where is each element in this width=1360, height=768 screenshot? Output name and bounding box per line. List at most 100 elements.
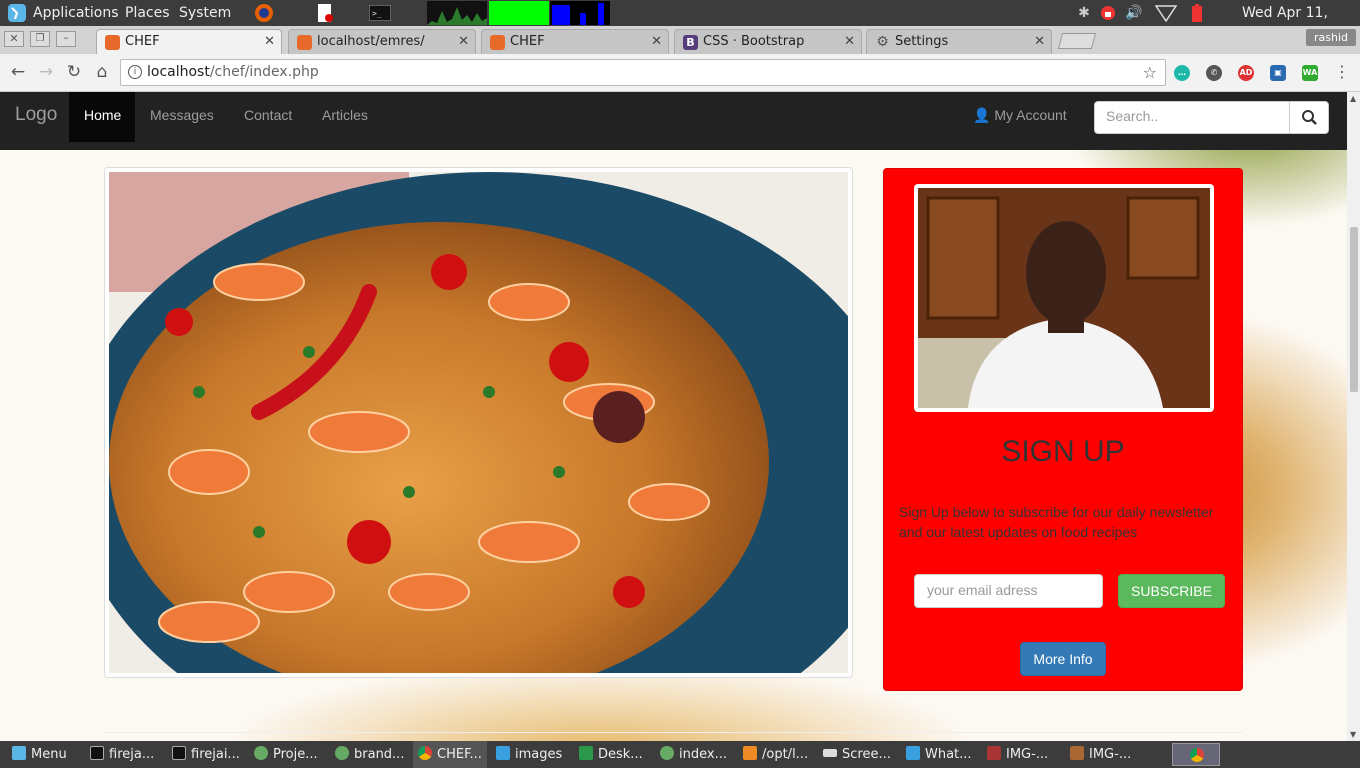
user-icon: 👤 [973,107,991,123]
taskbar-item-img-1[interactable]: IMG-... [987,741,1048,768]
taskbar-item-opt[interactable]: /opt/l... [743,741,808,768]
divider [104,732,1243,733]
taskbar-label: firejai... [191,747,240,762]
taskbar-item-firejail-1[interactable]: fireja... [90,741,154,768]
battery-icon[interactable] [1189,0,1205,26]
address-bar[interactable]: i localhost/chef/index.php ☆ [120,59,1166,86]
info-icon[interactable]: i [128,65,142,79]
signup-title: SIGN UP [1001,435,1125,468]
profile-badge[interactable]: rashid [1306,29,1356,46]
page-viewport: Logo Home Messages Contact Articles 👤 My… [0,92,1347,741]
taskbar-item-whatsapp[interactable]: What... [906,741,972,768]
bluetooth-icon[interactable]: ✱ [1076,0,1092,26]
html5-favicon-icon [490,35,505,50]
taskbar-menu[interactable]: Menu [12,741,67,768]
search-input[interactable]: Search.. [1094,101,1290,134]
wa-extension-icon[interactable]: WA [1302,65,1318,81]
taskbar-label: What... [925,747,972,762]
home-icon[interactable]: ⌂ [90,60,114,84]
taskbar-label: Scree... [842,747,891,762]
forward-icon[interactable]: → [34,60,58,84]
extension-box-icon[interactable]: ▣ [1270,65,1286,81]
food-photo-thumbnail [104,167,853,678]
chrome-icon [1190,748,1204,762]
tab-chef[interactable]: CHEF ✕ [96,29,282,54]
signup-panel: SIGN UP Sign Up below to subscribe for o… [883,168,1243,691]
whatsapp-icon[interactable]: ✆ [1206,65,1222,81]
chef-photo-thumbnail [914,184,1214,412]
lock-icon[interactable] [1099,0,1117,26]
taskbar-item-desktop[interactable]: Desk... [579,741,643,768]
account-label: My Account [994,107,1067,123]
close-tab-icon[interactable]: ✕ [1034,30,1045,54]
folder-icon [906,746,920,760]
nav-articles[interactable]: Articles [322,92,368,142]
tab-localhost-emres[interactable]: localhost/emres/ ✕ [288,29,476,54]
reload-icon[interactable]: ↻ [62,60,86,84]
back-icon[interactable]: ← [6,60,30,84]
menu-system[interactable]: System [179,0,231,26]
volume-icon[interactable]: 🔊 [1123,0,1145,26]
more-info-button[interactable]: More Info [1020,642,1106,676]
minimize-window-icon[interactable]: – [56,31,76,47]
mint-logo-icon[interactable] [6,0,28,26]
taskbar-item-screenshot[interactable]: Scree... [823,741,891,768]
brand-logo[interactable]: Logo [15,92,57,142]
wifi-icon[interactable] [1154,0,1178,26]
scrollbar[interactable]: ▲ ▼ [1347,92,1360,741]
tab-settings[interactable]: ⚙ Settings ✕ [866,29,1052,54]
search-button[interactable] [1289,101,1329,134]
close-window-icon[interactable]: ✕ [4,31,24,47]
nav-contact[interactable]: Contact [244,92,292,142]
browser-tab-strip: ✕ ❐ – CHEF ✕ localhost/emres/ ✕ CHEF ✕ B… [0,26,1360,54]
workspace-switcher[interactable] [1172,743,1220,766]
taskbar-item-firejail-2[interactable]: firejai... [172,741,240,768]
nav-my-account[interactable]: 👤 My Account [973,92,1067,142]
more-menu-icon[interactable]: ⋮ [1330,60,1354,84]
terminal-icon[interactable]: >_ [368,0,392,26]
network-monitor-icon [489,0,549,26]
nav-messages[interactable]: Messages [150,92,214,142]
chrome-icon [418,746,432,760]
bookmark-star-icon[interactable]: ☆ [1143,63,1157,82]
search-icon [1302,110,1317,125]
clock[interactable]: Wed Apr 11, 16:07 [1242,0,1360,47]
taskbar-item-index[interactable]: index... [660,741,727,768]
app-icon [660,746,674,760]
site-navbar: Logo Home Messages Contact Articles 👤 My… [0,92,1347,150]
chat-extension-icon[interactable]: … [1174,65,1190,81]
taskbar-label: index... [679,747,727,762]
subscribe-button[interactable]: SUBSCRIBE [1118,574,1225,608]
url-text[interactable]: localhost/chef/index.php [147,64,319,80]
sublime-icon [743,746,757,760]
close-tab-icon[interactable]: ✕ [264,30,275,54]
taskbar-item-brand[interactable]: brand... [335,741,404,768]
scrollbar-thumb[interactable] [1350,227,1358,392]
taskbar-item-projects[interactable]: Proje... [254,741,318,768]
close-tab-icon[interactable]: ✕ [651,30,662,54]
close-tab-icon[interactable]: ✕ [458,30,469,54]
menu-places[interactable]: Places [125,0,170,26]
adblock-icon[interactable]: AD [1238,65,1254,81]
taskbar-item-images[interactable]: images [496,741,562,768]
tab-css-bootstrap[interactable]: B CSS · Bootstrap ✕ [674,29,862,54]
taskbar-item-chef[interactable]: CHEF... [413,741,487,768]
memory-monitor-icon [550,0,610,26]
scroll-down-icon[interactable]: ▼ [1350,730,1356,739]
scroll-up-icon[interactable]: ▲ [1350,94,1356,103]
top-panel: Applications Places System >_ ✱ 🔊 Wed Ap… [0,0,1360,47]
tab-chef-2[interactable]: CHEF ✕ [481,29,669,54]
taskbar-label: CHEF... [437,747,482,762]
close-tab-icon[interactable]: ✕ [844,30,855,54]
svg-text:>_: >_ [372,9,382,18]
nav-home[interactable]: Home [69,92,135,142]
email-field[interactable]: your email adress [914,574,1103,608]
menu-applications[interactable]: Applications [33,0,119,26]
file-manager-icon[interactable] [314,0,336,26]
toolbar: ← → ↻ ⌂ i localhost/chef/index.php ☆ … ✆… [0,54,1360,92]
new-tab-button[interactable] [1057,33,1097,49]
firefox-icon[interactable] [253,0,275,26]
restore-window-icon[interactable]: ❐ [30,31,50,47]
tab-title: CHEF [510,34,545,49]
taskbar-item-img-2[interactable]: IMG-... [1070,741,1131,768]
